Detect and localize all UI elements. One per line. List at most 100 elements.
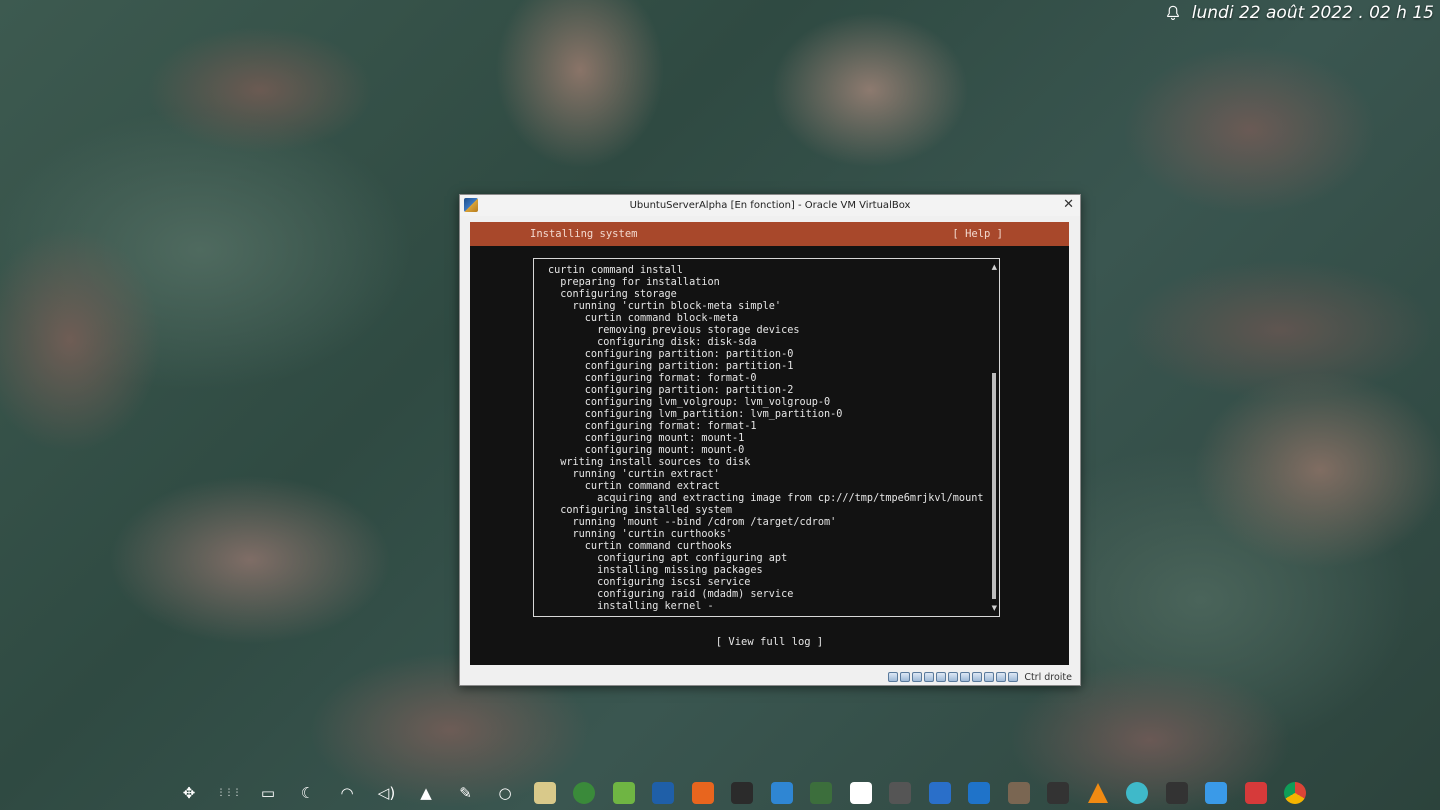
- top-bar: lundi 22 août 2022 . 02 h 15: [1164, 0, 1440, 26]
- usb-icon[interactable]: [936, 672, 947, 682]
- help-button[interactable]: [ Help ]: [952, 228, 1003, 240]
- console-icon-tile: [1165, 782, 1188, 804]
- wifi-icon[interactable]: ◠: [334, 780, 360, 806]
- install-log-lines: curtin command install preparing for ins…: [548, 265, 983, 613]
- log-line: configuring partition: partition-2: [548, 385, 794, 396]
- app-grid-icon[interactable]: ⋮⋮⋮: [216, 780, 242, 806]
- chrome-icon[interactable]: [1282, 780, 1308, 806]
- installer-title: Installing system: [530, 228, 638, 240]
- writer-icon[interactable]: [966, 780, 992, 806]
- globe-app-icon[interactable]: [571, 780, 597, 806]
- hard-disk-icon[interactable]: [888, 672, 899, 682]
- log-line: configuring mount: mount-0: [548, 445, 745, 456]
- log-line: configuring format: format-1: [548, 421, 757, 432]
- terminal-icon[interactable]: [729, 780, 755, 806]
- log-line: writing install sources to disk: [548, 457, 751, 468]
- font-viewer-icon[interactable]: [848, 780, 874, 806]
- log-line: configuring format: format-0: [548, 373, 757, 384]
- virtualbox-app-icon: [464, 198, 478, 212]
- log-line: configuring mount: mount-1: [548, 433, 745, 444]
- status-icons: [888, 672, 1019, 682]
- gimp-icon-tile: [1007, 782, 1030, 804]
- terminal-icon-tile: [731, 782, 753, 804]
- font-viewer-icon-tile: [849, 782, 872, 804]
- system-monitor-icon-tile: [810, 782, 832, 804]
- log-line: installing missing packages: [548, 565, 763, 576]
- keyboard-icon[interactable]: [1008, 672, 1019, 682]
- log-line: running 'curtin block-meta simple': [548, 301, 782, 312]
- gimp-icon[interactable]: [1006, 780, 1032, 806]
- host-key-label[interactable]: Ctrl droite: [1024, 672, 1072, 683]
- log-line: preparing for installation: [548, 277, 720, 288]
- shared-folders-icon[interactable]: [948, 672, 959, 682]
- log-line: removing previous storage devices: [548, 325, 800, 336]
- installer-header: Installing system [ Help ]: [470, 222, 1069, 246]
- log-line: configuring partition: partition-0: [548, 349, 794, 360]
- vlc-icon[interactable]: [1085, 780, 1111, 806]
- chrome-icon-tile: [1284, 782, 1306, 804]
- airplane-app-icon[interactable]: [1203, 780, 1229, 806]
- log-line: configuring iscsi service: [548, 577, 751, 588]
- circle-icon[interactable]: ○: [492, 780, 518, 806]
- log-line: running 'curtin extract': [548, 469, 720, 480]
- blue-folder-icon[interactable]: [769, 780, 795, 806]
- tray-arrow-icon[interactable]: ▲: [413, 780, 439, 806]
- log-line: configuring storage: [548, 289, 677, 300]
- audio-icon[interactable]: [912, 672, 923, 682]
- globe-app-icon-tile: [573, 782, 595, 804]
- volume-icon[interactable]: ◁): [374, 780, 400, 806]
- virtualbox-icon[interactable]: [650, 780, 676, 806]
- log-line: acquiring and extracting image from cp:/…: [548, 493, 984, 504]
- scroll-up-icon[interactable]: ▲: [992, 263, 997, 271]
- diamond-app-icon-tile: [1047, 782, 1069, 804]
- airplane-app-icon-tile: [1205, 782, 1227, 804]
- log-line: curtin command curthooks: [548, 541, 733, 552]
- optical-drive-icon[interactable]: [900, 672, 911, 682]
- night-light-icon[interactable]: ☾: [295, 780, 321, 806]
- window-titlebar[interactable]: UbuntuServerAlpha [En fonction] - Oracle…: [460, 195, 1080, 216]
- view-full-log-button[interactable]: [ View full log ]: [470, 636, 1069, 648]
- close-icon[interactable]: ✕: [1063, 197, 1074, 212]
- log-line: configuring lvm_partition: lvm_partition…: [548, 409, 843, 420]
- red-app-icon[interactable]: [1243, 780, 1269, 806]
- system-monitor-icon[interactable]: [808, 780, 834, 806]
- recording-icon[interactable]: [972, 672, 983, 682]
- clock-datetime[interactable]: lundi 22 août 2022 . 02 h 15: [1192, 3, 1434, 23]
- mail-icon[interactable]: [1124, 780, 1150, 806]
- console-icon[interactable]: [1164, 780, 1190, 806]
- taskbar-dock: ✥ ⋮⋮⋮ ▭ ☾ ◠ ◁) ▲ ✎ ○: [176, 780, 1322, 806]
- log-line: running 'curtin curthooks': [548, 529, 733, 540]
- window-title: UbuntuServerAlpha [En fonction] - Oracle…: [629, 200, 911, 211]
- vt-x-icon[interactable]: [984, 672, 995, 682]
- calculator-icon-tile: [889, 782, 911, 804]
- log-line: configuring installed system: [548, 505, 733, 516]
- show-desktop-icon[interactable]: ▭: [255, 780, 281, 806]
- vm-display[interactable]: Installing system [ Help ] curtin comman…: [470, 222, 1069, 665]
- install-log-box[interactable]: curtin command install preparing for ins…: [533, 258, 1000, 617]
- display-icon[interactable]: [960, 672, 971, 682]
- log-line: curtin command install: [548, 265, 683, 276]
- scroll-down-icon[interactable]: ▼: [992, 604, 997, 612]
- network-icon[interactable]: [924, 672, 935, 682]
- orange-app-icon-tile: [691, 782, 714, 804]
- vm-status-bar: Ctrl droite: [460, 669, 1080, 685]
- mouse-integration-icon[interactable]: [996, 672, 1007, 682]
- notification-bell-icon[interactable]: [1164, 4, 1182, 22]
- log-line: curtin command extract: [548, 481, 720, 492]
- green-lock-app-icon[interactable]: [611, 780, 637, 806]
- move-arrows-icon[interactable]: ✥: [176, 780, 202, 806]
- log-line: running 'mount --bind /cdrom /target/cdr…: [548, 517, 837, 528]
- vlc-icon-tile: [1087, 783, 1108, 803]
- calculator-icon[interactable]: [887, 780, 913, 806]
- scrollbar-thumb[interactable]: [992, 373, 996, 599]
- virtualbox-window: UbuntuServerAlpha [En fonction] - Oracle…: [459, 194, 1081, 686]
- log-line: installing kernel -: [548, 601, 714, 612]
- diamond-app-icon[interactable]: [1045, 780, 1071, 806]
- orange-app-icon[interactable]: [690, 780, 716, 806]
- house-app-icon[interactable]: [927, 780, 953, 806]
- pen-icon[interactable]: ✎: [453, 780, 479, 806]
- log-line: configuring lvm_volgroup: lvm_volgroup-0: [548, 397, 831, 408]
- file-manager-icon[interactable]: [532, 780, 558, 806]
- log-line: curtin command block-meta: [548, 313, 739, 324]
- mail-icon-tile: [1126, 782, 1148, 804]
